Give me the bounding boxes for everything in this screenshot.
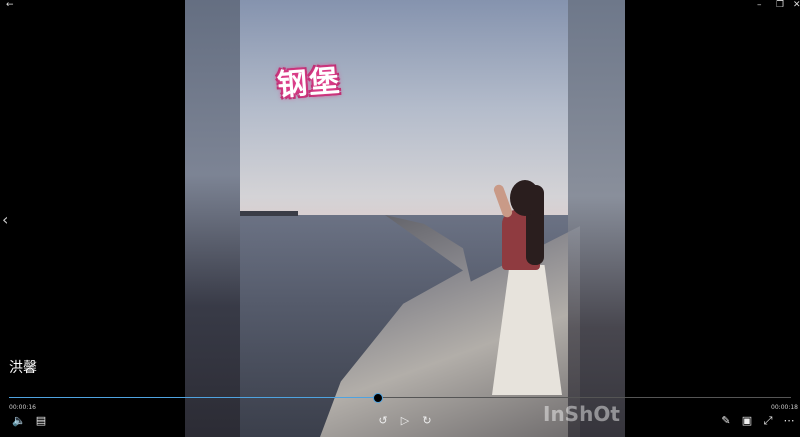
maximize-icon[interactable]: ❐ xyxy=(776,0,784,10)
mini-view-icon[interactable]: ▣ xyxy=(739,414,755,428)
minimize-icon[interactable]: – xyxy=(757,0,762,10)
total-time: 00:00:18 xyxy=(771,404,798,411)
play-icon[interactable]: ▷ xyxy=(397,414,413,428)
rewind-10-icon[interactable]: ↺ xyxy=(375,414,391,428)
more-icon[interactable]: ⋯ xyxy=(781,414,797,428)
seek-bar-thumb[interactable] xyxy=(372,393,383,403)
seek-bar-fill xyxy=(9,397,377,398)
blurred-border-left xyxy=(185,0,240,437)
video-title: 洪馨 xyxy=(9,360,37,376)
subtitles-icon[interactable]: ▤ xyxy=(33,414,49,428)
forward-30-icon[interactable]: ↻ xyxy=(419,414,435,428)
pen-icon[interactable]: ✎ xyxy=(718,414,734,428)
blurred-border-right xyxy=(568,0,625,437)
previous-chevron-icon[interactable]: ‹ xyxy=(2,210,8,229)
video-frame[interactable]: 钢堡 InShOt xyxy=(185,0,625,437)
inshot-watermark: InShOt xyxy=(543,402,620,426)
seek-bar[interactable] xyxy=(9,393,791,403)
video-caption: 钢堡 xyxy=(276,63,343,104)
figure-head xyxy=(510,180,540,216)
ship-silhouette xyxy=(240,211,298,216)
close-icon[interactable]: ✕ xyxy=(793,0,800,10)
volume-icon[interactable]: 🔈 xyxy=(11,414,27,428)
current-time: 00:00:16 xyxy=(9,404,36,411)
back-arrow-icon[interactable]: ← xyxy=(6,0,14,10)
fullscreen-icon[interactable]: ⤢ xyxy=(760,414,776,428)
